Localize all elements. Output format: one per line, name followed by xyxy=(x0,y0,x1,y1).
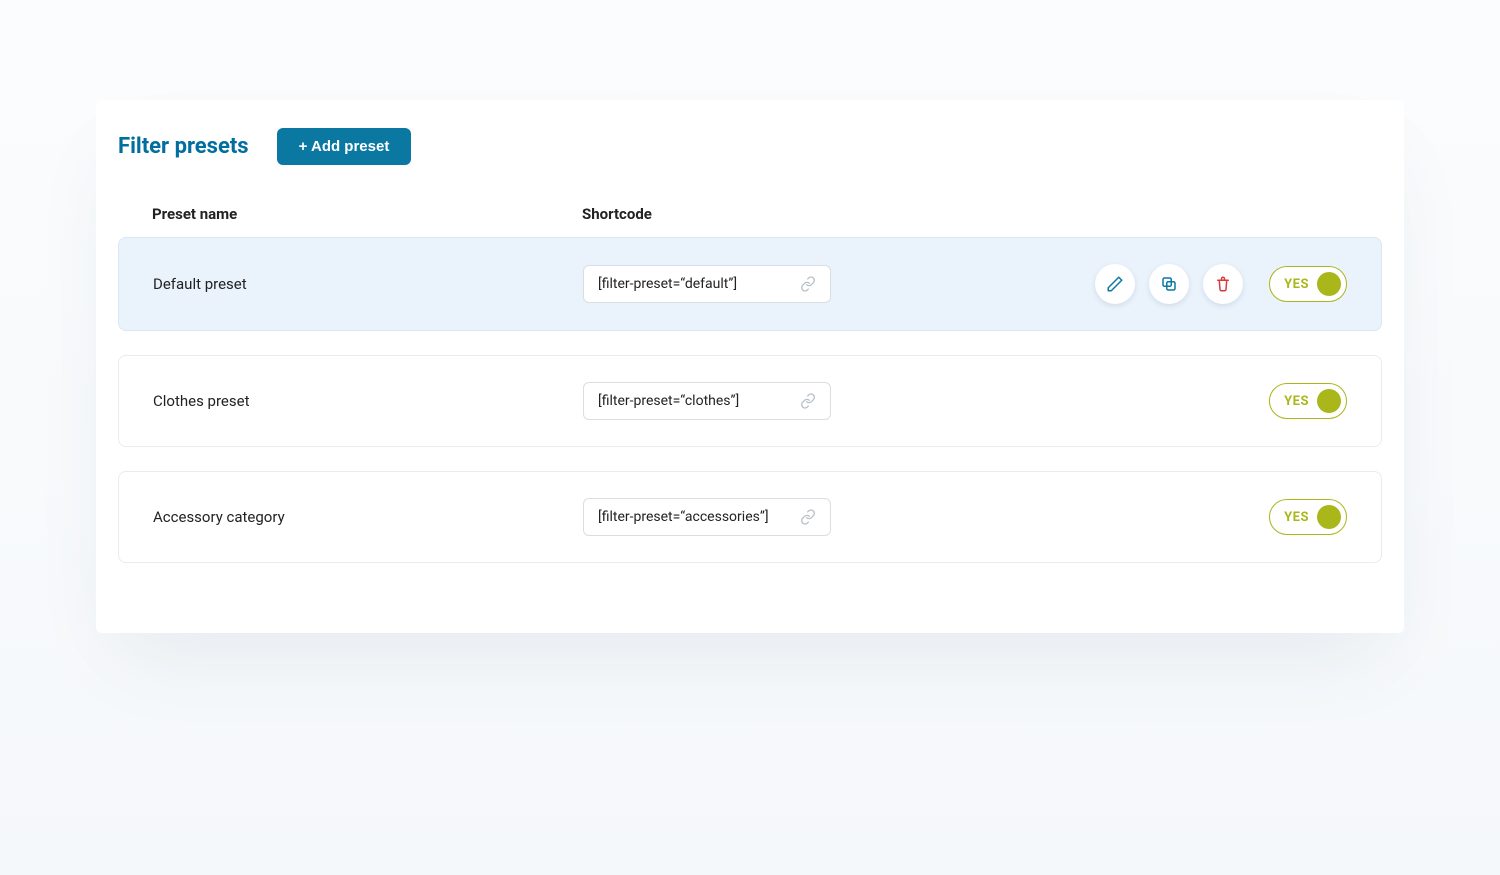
shortcode-field[interactable]: [filter-preset=“default”] xyxy=(583,265,831,303)
shortcode-field[interactable]: [filter-preset=“clothes”] xyxy=(583,382,831,420)
shortcode-cell: [filter-preset=“accessories”] xyxy=(583,498,1257,536)
toggle-knob xyxy=(1317,505,1341,529)
shortcode-cell: [filter-preset=“default”] xyxy=(583,265,1095,303)
link-icon[interactable] xyxy=(800,276,816,292)
panel-header: Filter presets + Add preset xyxy=(118,128,1382,165)
row-actions: YES xyxy=(1095,264,1347,304)
shortcode-field[interactable]: [filter-preset=“accessories”] xyxy=(583,498,831,536)
page-title: Filter presets xyxy=(118,134,249,159)
toggle-knob xyxy=(1317,389,1341,413)
rows-container: Default preset [filter-preset=“default”] Y… xyxy=(118,237,1382,563)
toggle-label: YES xyxy=(1284,510,1309,525)
shortcode-text: [filter-preset=“accessories”] xyxy=(598,509,769,525)
shortcode-text: [filter-preset=“clothes”] xyxy=(598,393,739,409)
row-actions: YES xyxy=(1257,499,1347,535)
pencil-icon xyxy=(1106,275,1124,293)
preset-row[interactable]: Default preset [filter-preset=“default”] Y… xyxy=(118,237,1382,331)
preset-row[interactable]: Clothes preset [filter-preset=“clothes”] Y… xyxy=(118,355,1382,447)
toggle-knob xyxy=(1317,272,1341,296)
filter-presets-panel: Filter presets + Add preset Preset name … xyxy=(96,100,1404,633)
toggle-label: YES xyxy=(1284,394,1309,409)
preset-name: Default preset xyxy=(153,275,583,293)
column-header-shortcode: Shortcode xyxy=(582,205,1348,223)
link-icon[interactable] xyxy=(800,393,816,409)
add-preset-button[interactable]: + Add preset xyxy=(277,128,412,165)
trash-icon xyxy=(1214,275,1232,293)
preset-row[interactable]: Accessory category [filter-preset=“access… xyxy=(118,471,1382,563)
preset-name: Accessory category xyxy=(153,508,583,526)
copy-icon xyxy=(1160,275,1178,293)
duplicate-button[interactable] xyxy=(1149,264,1189,304)
toggle-label: YES xyxy=(1284,277,1309,292)
link-icon[interactable] xyxy=(800,509,816,525)
row-actions: YES xyxy=(1257,383,1347,419)
edit-button[interactable] xyxy=(1095,264,1135,304)
enabled-toggle[interactable]: YES xyxy=(1269,499,1347,535)
delete-button[interactable] xyxy=(1203,264,1243,304)
shortcode-cell: [filter-preset=“clothes”] xyxy=(583,382,1257,420)
preset-name: Clothes preset xyxy=(153,392,583,410)
table-header: Preset name Shortcode xyxy=(118,205,1382,237)
shortcode-text: [filter-preset=“default”] xyxy=(598,276,737,292)
column-header-name: Preset name xyxy=(152,205,582,223)
enabled-toggle[interactable]: YES xyxy=(1269,383,1347,419)
enabled-toggle[interactable]: YES xyxy=(1269,266,1347,302)
